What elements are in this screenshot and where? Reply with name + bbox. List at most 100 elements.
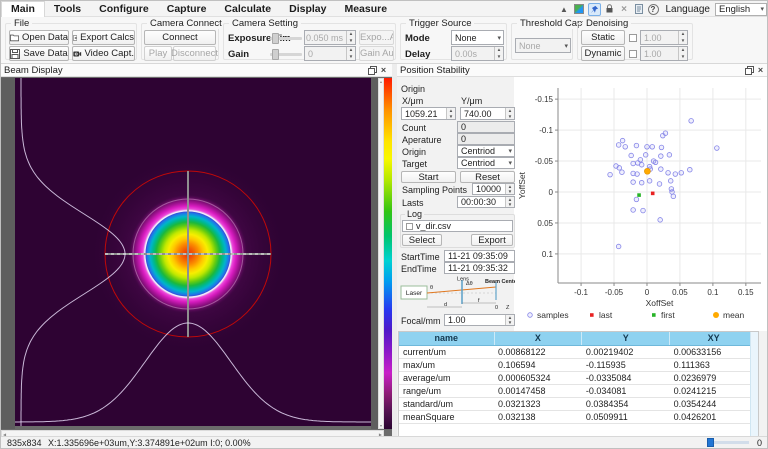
close-panel-icon[interactable]: × — [755, 65, 766, 76]
gain-slider[interactable] — [270, 53, 302, 56]
origin-y-input[interactable]: 740.00 ▲▼ — [460, 107, 515, 120]
origin-mode-select[interactable]: Centriod▾ — [457, 145, 515, 157]
target-mode-select[interactable]: Centriod▾ — [457, 157, 515, 169]
exposure-value-field[interactable]: 0.050 ms▲▼ — [304, 30, 356, 45]
menu-tab-measure[interactable]: Measure — [335, 1, 396, 17]
notes-icon-glyph — [635, 4, 643, 14]
x-tick-label: 0.05 — [672, 288, 688, 297]
reset-button[interactable]: Reset — [460, 171, 515, 183]
x-tick-label: 0.1 — [707, 288, 719, 297]
table-cell: -0.034081 — [582, 384, 670, 397]
static-value: 1.00 — [644, 33, 662, 43]
select-button[interactable]: Select — [402, 234, 442, 246]
trigger-delay-spinner: ▲▼ — [494, 47, 503, 60]
static-checkbox[interactable] — [629, 34, 637, 42]
table-cell: max/um — [399, 358, 494, 371]
table-header-cell[interactable]: X — [494, 332, 582, 345]
table-cell: 0.000605324 — [494, 371, 582, 384]
table-cell: -0.115935 — [582, 358, 670, 371]
menu-tab-display[interactable]: Display — [280, 1, 335, 17]
chevron-down-icon: ▾ — [508, 147, 512, 155]
origin-y-spinner[interactable]: ▲▼ — [505, 108, 514, 119]
connect-button[interactable]: Connect — [144, 30, 216, 45]
menu-tab-capture[interactable]: Capture — [158, 1, 216, 17]
save-data-button[interactable]: Save Data — [9, 46, 69, 61]
notes-icon[interactable] — [633, 3, 646, 16]
table-header-cell[interactable]: XY — [670, 332, 758, 345]
dynamic-denoise-button[interactable]: Dynamic — [581, 46, 625, 61]
connect-label: Connect — [162, 32, 197, 43]
menu-tab-configure[interactable]: Configure — [90, 1, 158, 17]
static-spinner: ▲▼ — [678, 31, 687, 44]
pin-icon[interactable] — [588, 3, 601, 16]
export-button[interactable]: Export — [471, 234, 513, 246]
sampling-points-input[interactable]: 10000▲▼ — [472, 183, 515, 195]
table-header-cell[interactable]: name — [399, 332, 494, 345]
dynamic-value-field: 1.00 ▲▼ — [640, 46, 688, 61]
static-denoise-button[interactable]: Static — [581, 30, 625, 45]
table-cell: current/um — [399, 345, 494, 358]
table-header-cell[interactable]: Y — [582, 332, 670, 345]
menu-tab-main[interactable]: Main — [1, 1, 45, 17]
log-title: Log — [405, 209, 424, 219]
close-panel-icon[interactable]: × — [378, 65, 389, 76]
export-calcs-button[interactable]: Export Calcs — [72, 30, 135, 45]
origin-x-input[interactable]: 1059.21▲▼ — [401, 107, 456, 120]
table-scrollbar[interactable] — [750, 332, 758, 436]
dynamic-value: 1.00 — [644, 49, 662, 59]
dynamic-spinner: ▲▼ — [678, 47, 687, 60]
y-axis-label: YoffSet — [517, 171, 527, 199]
zoom-slider-handle[interactable] — [707, 438, 714, 447]
open-data-label: Open Data — [22, 32, 68, 43]
dynamic-checkbox[interactable] — [629, 50, 637, 58]
focal-input[interactable]: 1.00▲▼ — [444, 314, 515, 326]
lasts-input[interactable]: 00:00:30 ▲▼ — [457, 196, 515, 208]
lasts-value: 00:00:30 — [461, 197, 496, 207]
samples-point — [657, 182, 662, 187]
threshold-value: None — [519, 41, 541, 51]
help-icon[interactable]: ? — [648, 4, 659, 15]
exposure-slider[interactable] — [270, 37, 302, 40]
exposure-slider-handle[interactable] — [272, 33, 279, 44]
sampling-spinner[interactable]: ▲▼ — [505, 184, 514, 194]
trigger-delay-label: Delay — [405, 49, 430, 60]
log-file-checkbox[interactable] — [406, 223, 413, 230]
gain-slider-handle[interactable] — [272, 49, 279, 60]
float-panel-icon[interactable] — [367, 65, 378, 76]
last-point — [651, 192, 655, 196]
lasts-spinner[interactable]: ▲▼ — [505, 197, 514, 207]
lock-icon[interactable] — [603, 3, 616, 16]
origin-x-spinner[interactable]: ▲▼ — [446, 108, 455, 119]
table-cell: meanSquare — [399, 410, 494, 423]
menu-tab-tools[interactable]: Tools — [45, 1, 90, 17]
scroll-up-icon[interactable]: ▴ — [380, 79, 382, 84]
float-panel-icon[interactable] — [744, 65, 755, 76]
exposure-spinner[interactable]: ▲▼ — [346, 31, 355, 44]
endtime-label: EndTime — [401, 264, 437, 274]
zoom-slider[interactable] — [707, 441, 749, 444]
language-select[interactable]: English▾ — [715, 3, 767, 16]
menu-tab-calculate[interactable]: Calculate — [215, 1, 280, 17]
y-tick-label: 0 — [549, 188, 554, 197]
collapse-icon[interactable]: ▲ — [558, 3, 571, 16]
language-label: Language — [666, 4, 711, 15]
menu-toolbar-icons: ▲ × ? Language English▾ — [558, 1, 768, 17]
samples-point — [670, 190, 675, 195]
theme-icon[interactable] — [573, 3, 586, 16]
origin-y-value: 740.00 — [464, 109, 492, 119]
samples-point — [623, 145, 628, 150]
open-data-button[interactable]: Open Data — [9, 30, 69, 45]
table-cell: 0.0321323 — [494, 397, 582, 410]
start-button[interactable]: Start — [401, 171, 456, 183]
samples-point — [688, 167, 693, 172]
video-capture-button[interactable]: Video Capt. — [72, 46, 135, 61]
table-head: nameXYXY — [399, 332, 758, 345]
unlink-icon[interactable]: × — [618, 3, 631, 16]
gain-value-field[interactable]: 0▲▼ — [304, 46, 356, 61]
svg-text:θ: θ — [430, 285, 433, 291]
trigger-mode-select[interactable]: None▾ — [451, 30, 504, 45]
table-cell: 0.0426201 — [670, 410, 758, 423]
focal-spinner[interactable]: ▲▼ — [505, 315, 514, 325]
gain-spinner[interactable]: ▲▼ — [346, 47, 355, 60]
scroll-down-icon[interactable]: ▾ — [380, 423, 382, 428]
